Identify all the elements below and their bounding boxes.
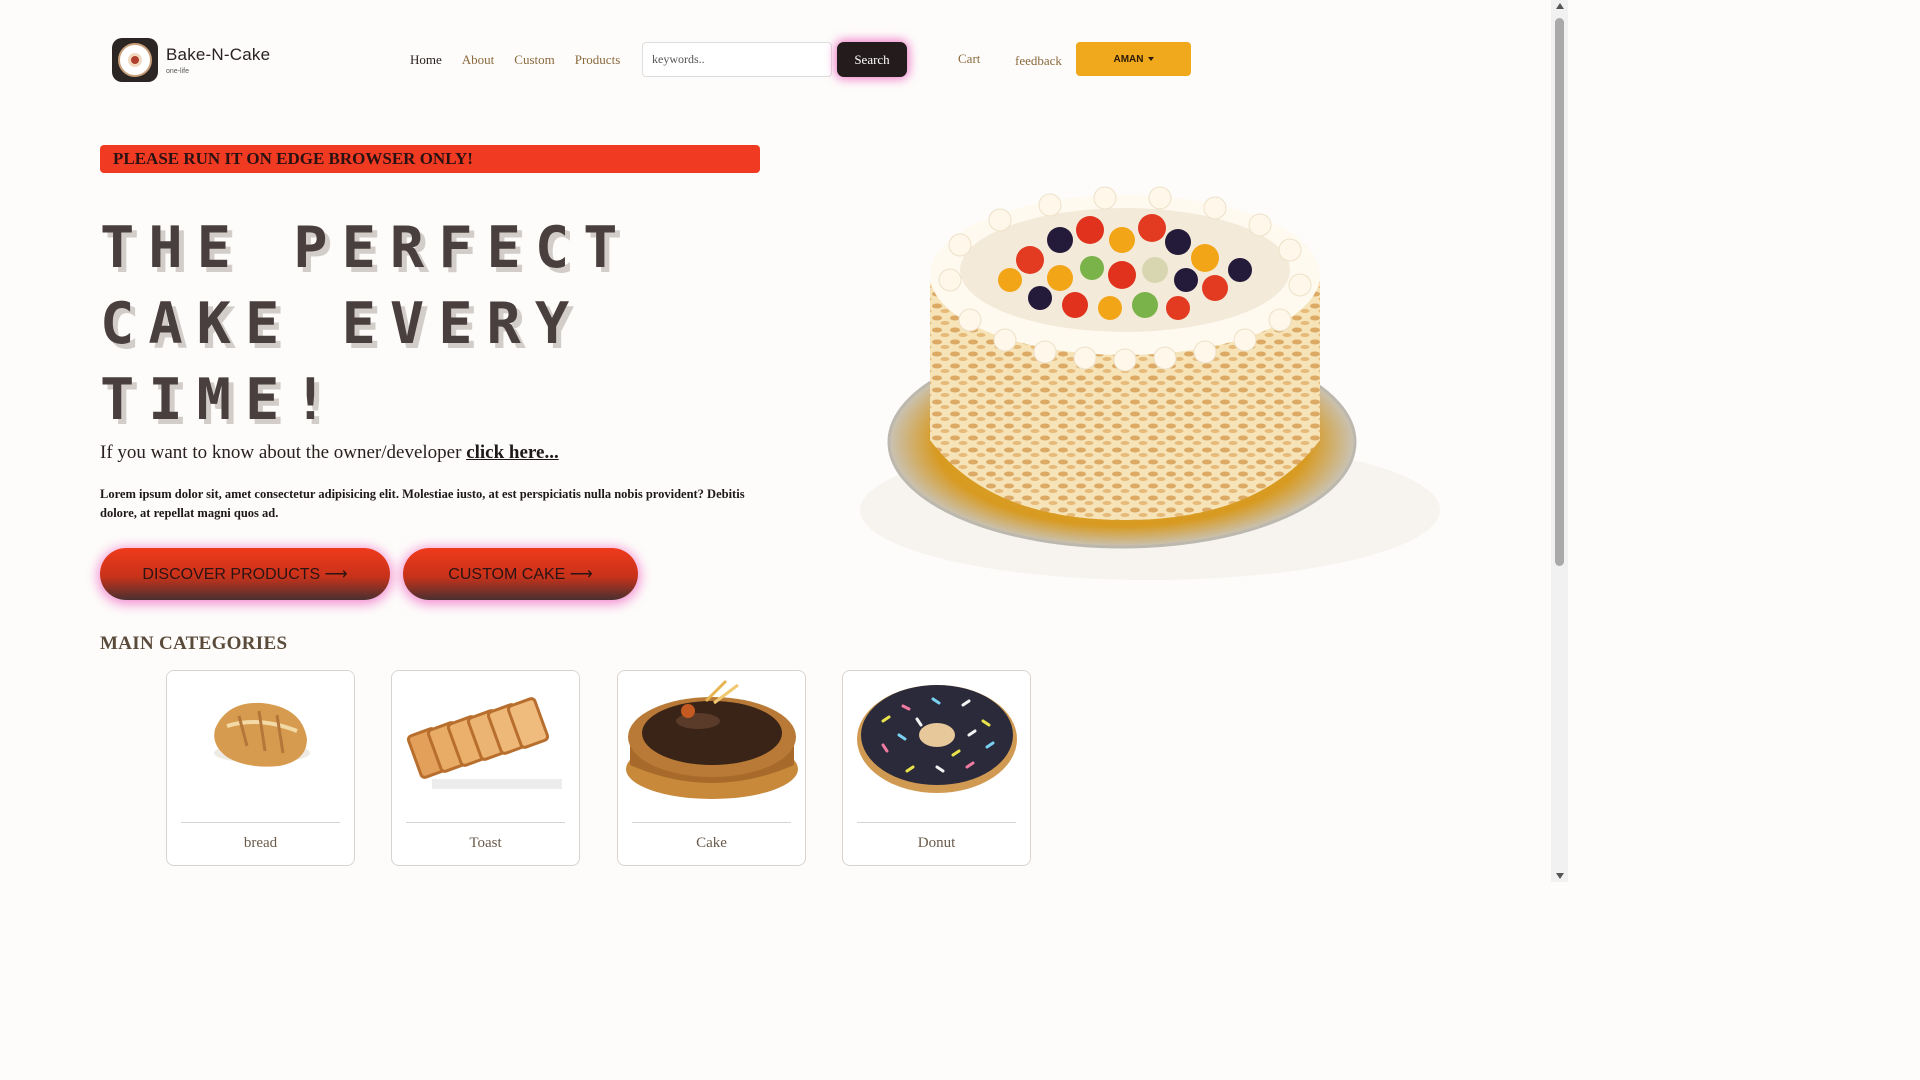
search-input[interactable] xyxy=(642,42,832,77)
discover-products-button[interactable]: DISCOVER PRODUCTS ⟶ xyxy=(100,548,390,600)
category-label: Donut xyxy=(917,835,956,851)
category-label: Cake xyxy=(696,835,727,851)
brand-logo[interactable]: Bake-N-Cake one-life xyxy=(112,38,270,82)
search-button[interactable]: Search xyxy=(837,42,907,77)
warning-text: PLEASE RUN IT ON EDGE BROWSER ONLY! xyxy=(113,149,473,168)
brand-tagline: one-life xyxy=(166,68,189,75)
donut-image xyxy=(843,671,1030,803)
nav-home[interactable]: Home xyxy=(410,52,442,68)
brand-name: Bake-N-Cake xyxy=(166,45,271,64)
toast-image xyxy=(392,671,579,803)
nav-about[interactable]: About xyxy=(462,52,495,68)
nav-custom[interactable]: Custom xyxy=(514,52,554,68)
nav-cart[interactable]: Cart xyxy=(958,51,980,67)
chef-logo-icon xyxy=(112,38,158,82)
custom-cake-button[interactable]: CUSTOM CAKE ⟶ xyxy=(403,548,638,600)
category-card-toast[interactable]: Toast xyxy=(391,670,580,866)
hero-title: THE PERFECT CAKE EVERY TIME! xyxy=(100,210,720,438)
category-card-cake[interactable]: Cake xyxy=(617,670,806,866)
category-label: bread xyxy=(243,835,278,851)
hero-title-line: CAKE EVERY xyxy=(100,291,584,357)
cake-image xyxy=(618,671,805,803)
hero-title-line: TIME! xyxy=(100,367,342,433)
category-card-donut[interactable]: Donut xyxy=(842,670,1031,866)
scroll-up-icon[interactable] xyxy=(1556,3,1564,9)
nav-feedback[interactable]: feedback xyxy=(1015,53,1062,69)
category-label: Toast xyxy=(469,835,502,851)
nav-products[interactable]: Products xyxy=(575,52,621,68)
owner-line: If you want to know about the owner/deve… xyxy=(100,442,559,464)
category-card-bread[interactable]: bread xyxy=(166,670,355,866)
caret-down-icon xyxy=(1147,57,1154,61)
bread-image xyxy=(167,671,354,803)
scroll-down-icon[interactable] xyxy=(1556,873,1564,879)
user-dropdown-button[interactable]: AMAN xyxy=(1076,42,1191,76)
main-nav: Home About Custom Products xyxy=(410,52,620,68)
scrollbar-thumb[interactable] xyxy=(1555,18,1564,566)
browser-warning-banner: PLEASE RUN IT ON EDGE BROWSER ONLY! xyxy=(100,145,760,173)
owner-link[interactable]: click here... xyxy=(466,442,559,463)
owner-text: If you want to know about the owner/deve… xyxy=(100,442,467,463)
categories-heading: MAIN CATEGORIES xyxy=(100,633,288,654)
hero-fruit-cake-image xyxy=(860,186,1440,580)
hero-title-line: THE PERFECT xyxy=(100,215,632,281)
user-name: AMAN xyxy=(1113,53,1144,65)
hero-description: Lorem ipsum dolor sit, amet consectetur … xyxy=(100,487,745,520)
page-scrollbar[interactable] xyxy=(1551,0,1568,882)
